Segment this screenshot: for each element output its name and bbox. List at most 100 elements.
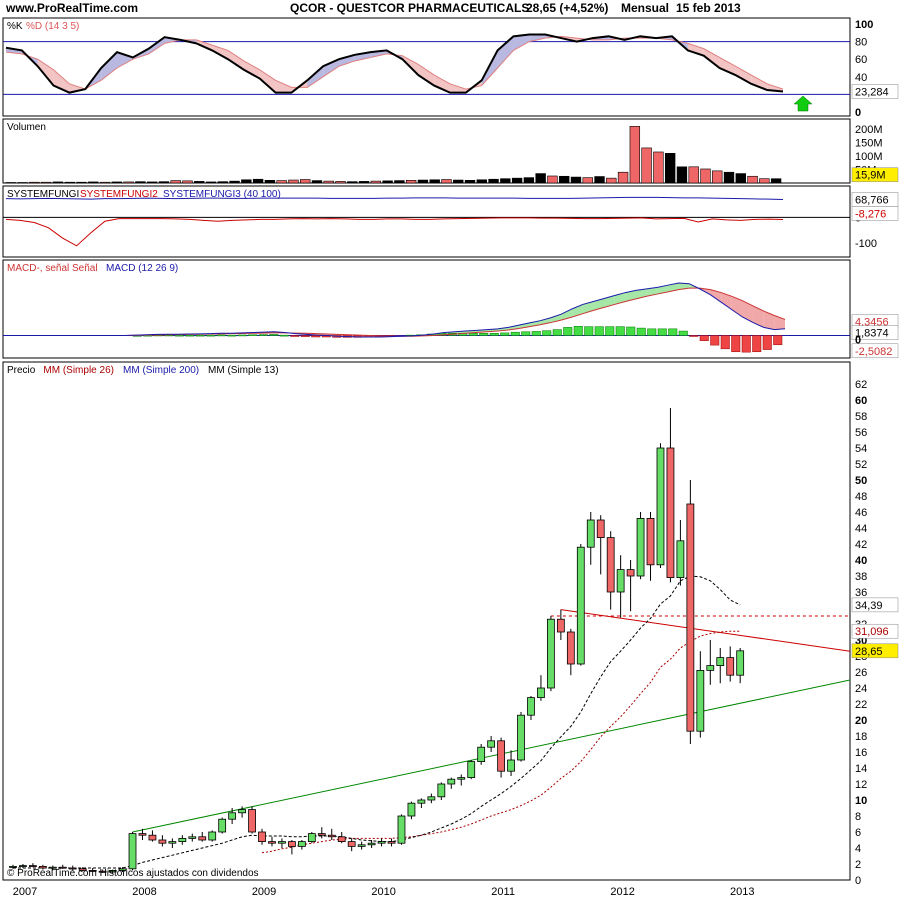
volume-bar: [488, 178, 499, 184]
volume-value-tag: 15,9M: [855, 170, 886, 182]
macd-histogram-bar: [248, 334, 258, 337]
macd-histogram-bar: [594, 326, 604, 336]
sf-label-2: SYSTEMFUNGI2: [80, 189, 158, 200]
macd-histogram-bar: [300, 335, 310, 337]
macd-histogram-bar: [531, 331, 541, 336]
price-tick: 46: [855, 507, 867, 519]
candle-body: [327, 834, 336, 838]
volume-bar: [111, 181, 123, 184]
volume-bar: [606, 177, 617, 184]
volume-bar: [123, 181, 134, 184]
candle-body: [407, 802, 416, 817]
candle-body: [238, 809, 246, 814]
volume-bar: [99, 181, 111, 184]
candle-body: [397, 815, 406, 844]
chart-svg: 0246810121416182022242628303234363840424…: [2, 17, 899, 898]
price-tick: 52: [855, 459, 867, 471]
macd-histogram-bar: [731, 335, 741, 353]
macd-histogram-bar: [521, 331, 531, 336]
candle-body: [19, 865, 27, 867]
price-panel: [2, 361, 851, 881]
candle-body: [686, 503, 695, 732]
candle-body: [148, 834, 157, 841]
volume-bar: [182, 180, 193, 184]
volume-bar: [441, 179, 452, 184]
year-label: 2013: [730, 886, 754, 898]
candle-body: [347, 841, 356, 847]
ma26-value-tag: 31,096: [855, 626, 889, 638]
macd-histogram-bar: [699, 335, 709, 341]
candle-body: [367, 842, 376, 846]
price-tick: 14: [855, 763, 867, 775]
volume-bar: [52, 181, 64, 184]
volume-bar: [217, 181, 228, 184]
macd-histogram-bar: [195, 334, 205, 337]
candle-body: [666, 447, 675, 579]
candle-body: [477, 746, 486, 763]
volume-label: Volumen: [7, 122, 46, 133]
volume-bar: [252, 178, 264, 184]
macd-histogram-bar: [668, 328, 678, 336]
volume-bar: [29, 181, 40, 184]
volume-bar: [358, 181, 370, 184]
volume-bar: [629, 126, 641, 184]
volume-bar: [347, 181, 358, 184]
volume-bar: [241, 179, 252, 184]
volume-bar: [146, 181, 158, 184]
price-tick: 42: [855, 539, 867, 551]
sf-value-tag-2: -8,276: [855, 208, 886, 220]
year-label: 2012: [610, 886, 634, 898]
volume-bar: [547, 175, 558, 184]
candle-body: [576, 546, 585, 665]
candle-body: [427, 796, 436, 801]
volume-bar: [759, 178, 770, 184]
sf-label-1: SYSTEMFUNGI: [7, 189, 79, 200]
stoch-label-k: %K: [7, 21, 23, 32]
candle-body: [138, 833, 147, 836]
price-tick: 48: [855, 491, 867, 503]
macd-histogram-bar: [657, 328, 667, 336]
volume-bar: [194, 181, 205, 184]
candle-body: [178, 838, 187, 843]
candle-body: [357, 844, 366, 847]
volume-bar: [770, 178, 782, 184]
macd-histogram-bar: [279, 334, 289, 337]
price-tick: 24: [855, 683, 867, 695]
volume-bar: [476, 179, 487, 184]
sf-value-tag-1: 68,766: [855, 195, 889, 207]
price-tick: 38: [855, 571, 867, 583]
candle-body: [596, 519, 605, 539]
footer-note: © ProRealTime.com Históricos ajustados c…: [7, 868, 259, 879]
volume-bar: [747, 175, 758, 184]
volume-bar: [594, 176, 605, 184]
volume-tick: 100M: [855, 151, 883, 163]
macd-histogram-bar: [752, 335, 762, 353]
macd-histogram-bar: [584, 326, 594, 336]
macd-histogram-bar: [489, 333, 499, 336]
volume-tick: 150M: [855, 138, 883, 150]
candle-body: [258, 831, 266, 843]
volume-bar: [335, 181, 346, 184]
volume-bar: [559, 175, 570, 184]
volume-bar: [382, 180, 393, 184]
macd-histogram-bar: [626, 326, 636, 336]
candle-body: [487, 740, 496, 748]
candle-body: [556, 618, 565, 633]
stoch-value-tag: 23,284: [855, 87, 889, 99]
candle-body: [417, 799, 426, 804]
candle-body: [208, 831, 217, 841]
price-tick: 20: [855, 715, 867, 727]
macd-histogram-bar: [468, 333, 478, 336]
macd-histogram-bar: [237, 334, 247, 337]
candle-body: [537, 687, 545, 699]
candle-body: [616, 569, 625, 593]
price-tick: 62: [855, 379, 867, 391]
volume-bar: [17, 182, 28, 184]
candle-body: [517, 714, 525, 761]
price-tick: 18: [855, 731, 867, 743]
candle-body: [288, 841, 296, 847]
macd-histogram-bar: [269, 334, 279, 336]
volume-bar: [170, 180, 181, 184]
macd-histogram-bar: [678, 330, 688, 336]
stoch-tick: 40: [855, 72, 867, 84]
